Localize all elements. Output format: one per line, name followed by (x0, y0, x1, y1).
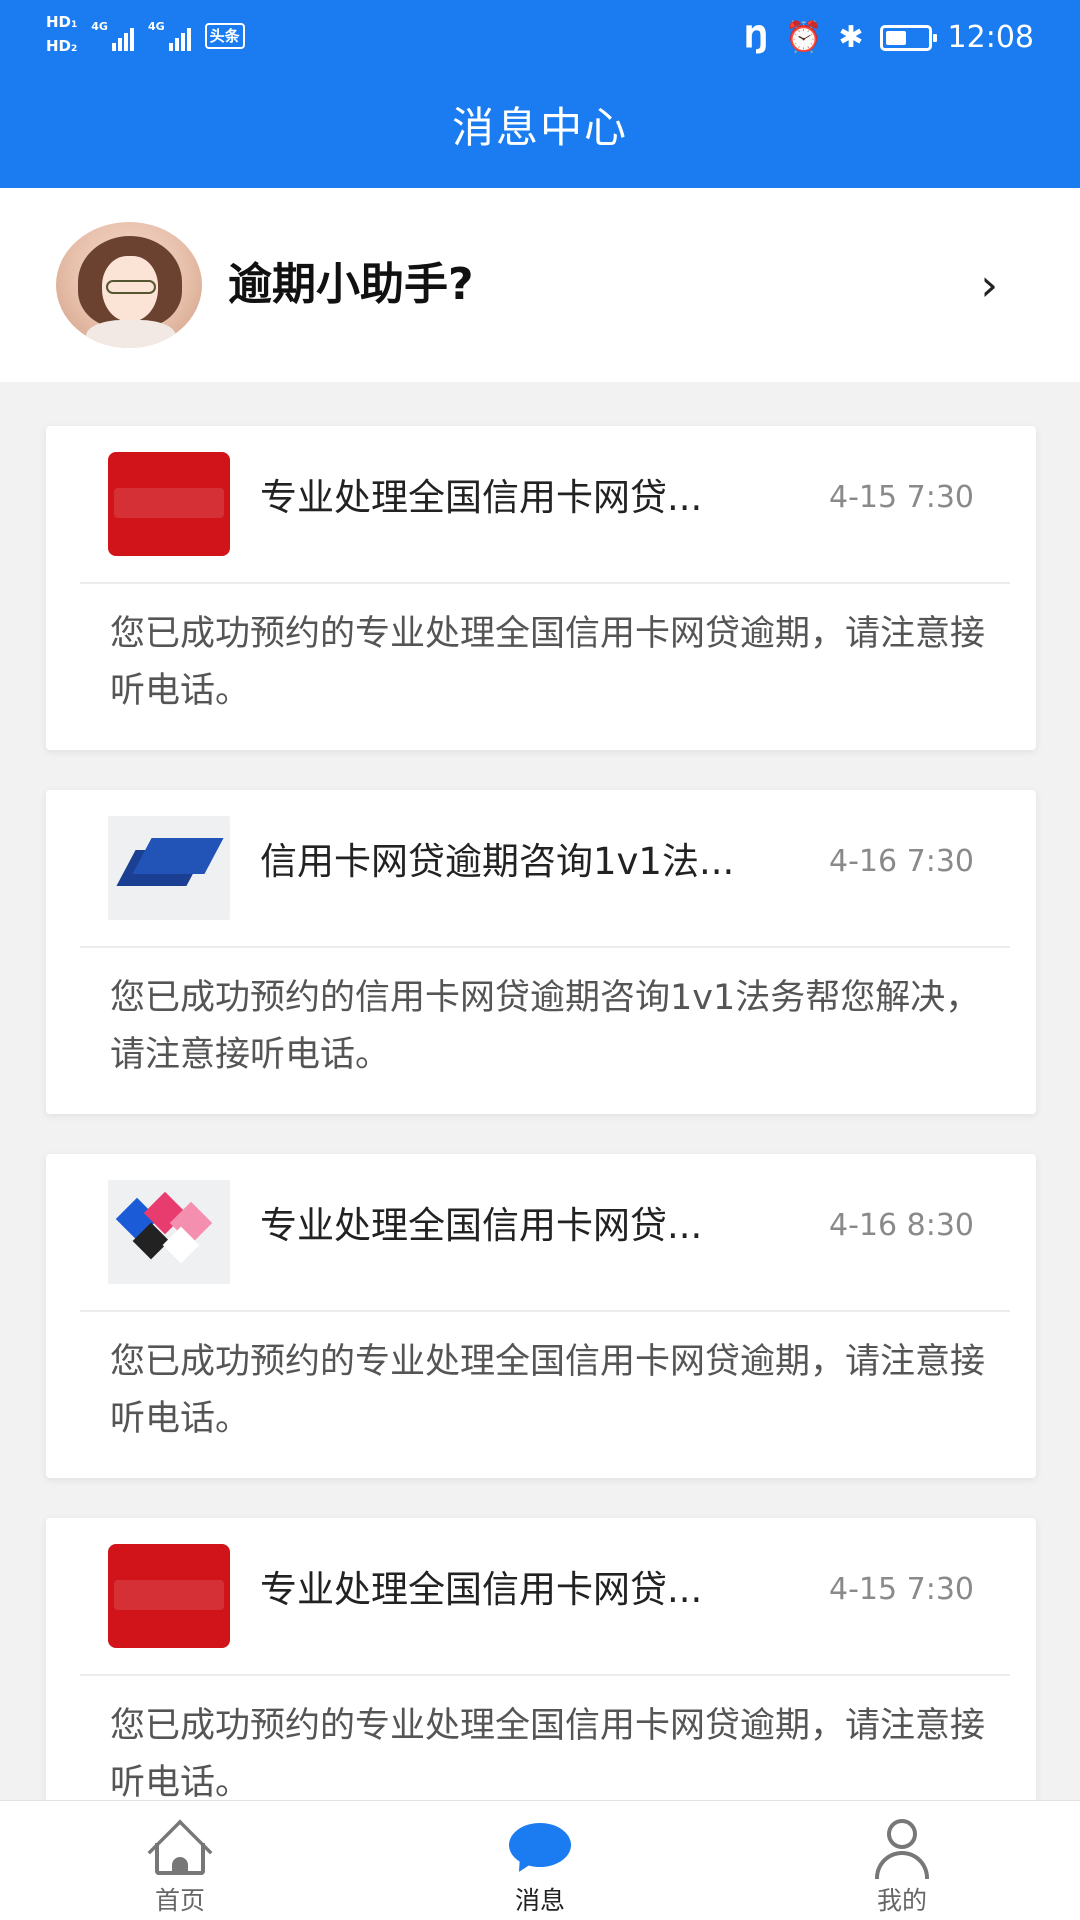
hd-indicators: HD1 HD2 (46, 14, 77, 58)
nav-label-profile: 我的 (876, 1886, 927, 1915)
nav-label-messages: 消息 (514, 1886, 565, 1915)
chevron-right-icon: › (980, 260, 998, 311)
page-title: 消息中心 (451, 103, 628, 152)
nav-item-profile[interactable]: 我的 (822, 1817, 982, 1919)
signal-icon-2: 4G (148, 21, 191, 51)
home-icon (147, 1817, 213, 1885)
nav-item-home[interactable]: 首页 (100, 1817, 260, 1919)
message-card[interactable]: 专业处理全国信用卡网贷... 4-15 7:30 您已成功预约的专业处理全国信用… (46, 426, 1036, 750)
message-title: 专业处理全国信用卡网贷... (260, 1204, 703, 1247)
bottom-nav: 首页 消息 我的 (0, 1800, 1080, 1920)
network-type-1: 4G (91, 20, 108, 33)
message-thumbnail (108, 452, 230, 556)
signal-icon: 4G (91, 21, 134, 51)
user-icon (869, 1817, 935, 1879)
message-title: 信用卡网贷逾期咨询1v1法... (260, 840, 735, 883)
bluetooth-icon: ✱ (838, 20, 864, 55)
message-time: 4-16 7:30 (829, 844, 974, 879)
message-title: 专业处理全国信用卡网贷... (260, 1568, 703, 1611)
battery-icon (879, 25, 937, 51)
nfc-icon: Ŋ (743, 20, 770, 55)
status-bar: HD1 HD2 4G 4G 头条 Ŋ ⏰ ✱ 12:08 (0, 0, 1080, 78)
divider (80, 1310, 1010, 1312)
hd1-indicator: HD1 (46, 14, 77, 34)
hd2-text: HD (46, 37, 72, 55)
toutiao-badge: 头条 (204, 23, 245, 49)
message-body: 您已成功预约的专业处理全国信用卡网贷逾期，请注意接听电话。 (110, 614, 986, 711)
assistant-avatar (56, 222, 202, 348)
hd2-indicator: HD2 (46, 38, 77, 58)
status-time: 12:08 (947, 20, 1034, 55)
status-right: Ŋ ⏰ ✱ 12:08 (744, 18, 1034, 58)
hd2-sub: 2 (71, 44, 78, 54)
nav-label-home: 首页 (154, 1886, 205, 1915)
message-body: 您已成功预约的专业处理全国信用卡网贷逾期，请注意接听电话。 (110, 1706, 986, 1803)
message-card[interactable]: 专业处理全国信用卡网贷... 4-16 8:30 您已成功预约的专业处理全国信用… (46, 1154, 1036, 1478)
hd1-sub: 1 (71, 20, 78, 30)
divider (80, 582, 1010, 584)
alarm-icon: ⏰ (785, 20, 823, 55)
message-body: 您已成功预约的专业处理全国信用卡网贷逾期，请注意接听电话。 (110, 1342, 986, 1439)
message-thumbnail (108, 816, 230, 920)
message-thumbnail (108, 1180, 230, 1284)
status-left: HD1 HD2 4G 4G 头条 (46, 14, 245, 58)
message-title: 专业处理全国信用卡网贷... (260, 476, 703, 519)
message-time: 4-16 8:30 (829, 1208, 974, 1243)
divider (80, 1674, 1010, 1676)
message-body: 您已成功预约的信用卡网贷逾期咨询1v1法务帮您解决，请注意接听电话。 (110, 978, 981, 1075)
hd1-text: HD (46, 13, 72, 31)
chat-icon (507, 1817, 573, 1877)
network-type-2: 4G (147, 20, 165, 33)
message-card[interactable]: 信用卡网贷逾期咨询1v1法... 4-16 7:30 您已成功预约的信用卡网贷逾… (46, 790, 1036, 1114)
assistant-row[interactable]: 逾期小助手? › (0, 188, 1080, 382)
message-time: 4-15 7:30 (829, 1572, 974, 1607)
message-card[interactable]: 专业处理全国信用卡网贷... 4-15 7:30 您已成功预约的专业处理全国信用… (46, 1518, 1036, 1842)
divider (80, 946, 1010, 948)
message-thumbnail (108, 1544, 230, 1648)
nav-item-messages[interactable]: 消息 (460, 1817, 620, 1919)
message-time: 4-15 7:30 (829, 480, 974, 515)
assistant-name: 逾期小助手? (228, 259, 474, 310)
